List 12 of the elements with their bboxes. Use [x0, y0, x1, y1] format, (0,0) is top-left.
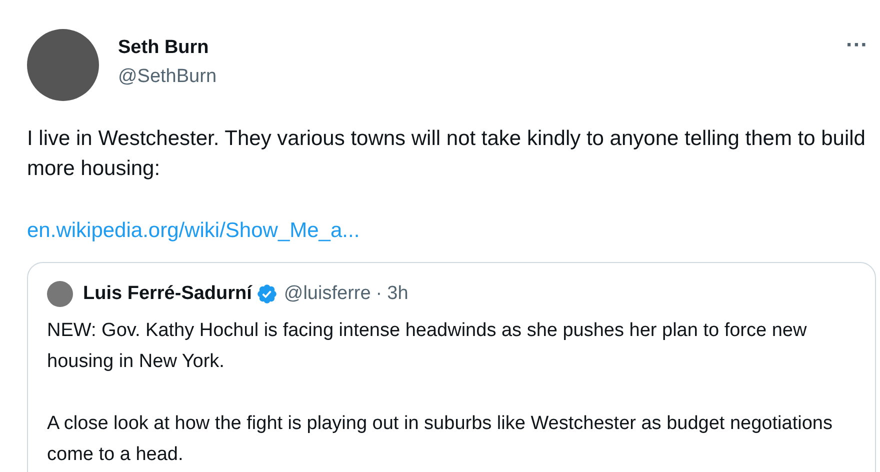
- quoted-tweet-text: NEW: Gov. Kathy Hochul is facing intense headwinds as she pushes her plan to force new housing in New York.: [47, 319, 808, 374]
- author-name[interactable]: Seth Burn: [118, 35, 217, 61]
- quoted-avatar-photo-placeholder: [47, 281, 73, 307]
- post-time: 3h: [387, 282, 408, 306]
- tweet-text: I live in Westchester. They various towns will not take kindly to anyone telling them to build more housing:: [27, 126, 866, 182]
- quoted-tweet-card[interactable]: [27, 262, 876, 472]
- author-handle[interactable]: @SethBurn: [118, 64, 217, 90]
- quoted-author-handle: @luisferre: [284, 282, 371, 306]
- more-options-button[interactable]: ···: [844, 35, 870, 55]
- separator-dot: ·: [376, 282, 382, 306]
- quoted-tweet-text: A close look at how the fight is playing out in suburbs like Westchester as budget negotiations come to a head.: [47, 412, 834, 467]
- quoted-author-name: Luis Ferré-Sadurní: [83, 282, 252, 306]
